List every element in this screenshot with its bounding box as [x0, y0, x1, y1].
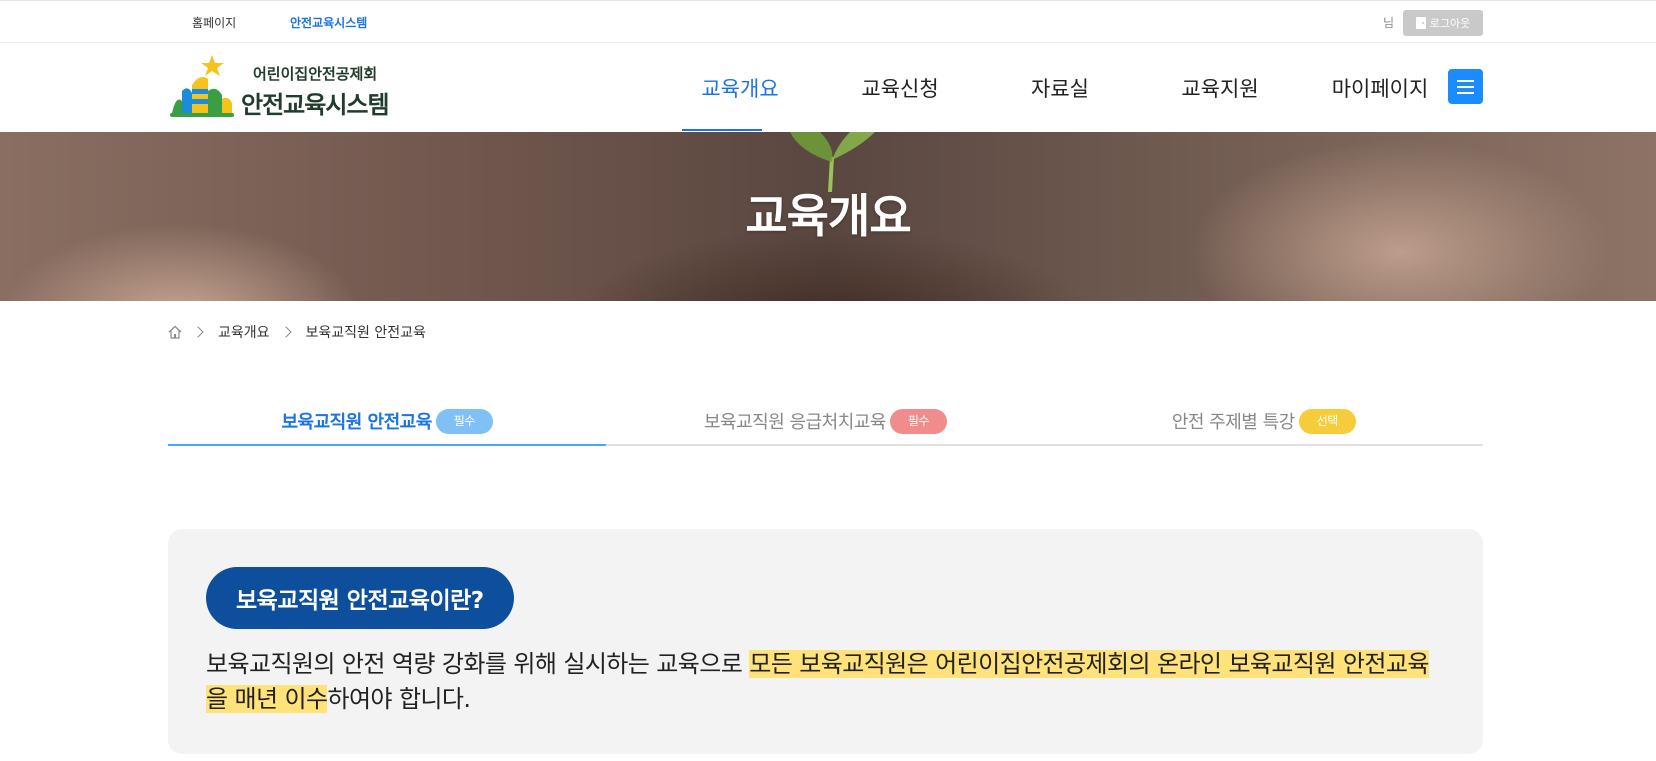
tab-first-aid[interactable]: 보육교직원 응급처치교육 필수: [606, 398, 1044, 444]
required-badge: 필수: [889, 408, 947, 434]
intro-text-plain: 보육교직원의 안전 역량 강화를 위해 실시하는 교육으로: [206, 650, 750, 678]
page-banner: 교육개요: [0, 132, 1656, 301]
hamburger-line: [1457, 79, 1474, 82]
required-badge: 필수: [435, 408, 493, 434]
site-logo[interactable]: 어린이집안전공제회 안전교육시스템: [168, 55, 413, 121]
tab-special-lecture[interactable]: 안전 주제별 특강 선택: [1045, 398, 1483, 444]
tab-label: 보육교직원 안전교육: [281, 412, 432, 433]
safety-system-link[interactable]: 안전교육시스템: [290, 14, 367, 31]
intro-text: 보육교직원의 안전 역량 강화를 위해 실시하는 교육으로 모든 보육교직원은 …: [206, 647, 1446, 717]
nav-item-apply[interactable]: 교육신청: [820, 43, 980, 132]
page-title: 교육개요: [745, 189, 911, 243]
intro-heading: 보육교직원 안전교육이란?: [206, 567, 514, 629]
breadcrumb: 교육개요 보육교직원 안전교육: [168, 322, 426, 342]
nav-item-overview[interactable]: 교육개요: [660, 43, 820, 132]
education-tabs: 보육교직원 안전교육 필수 보육교직원 응급처치교육 필수 안전 주제별 특강 …: [168, 398, 1483, 446]
breadcrumb-item-current: 보육교직원 안전교육: [305, 325, 426, 341]
chevron-right-icon: [192, 326, 204, 338]
hamburger-line: [1457, 91, 1474, 94]
logo-emblem-icon: [170, 55, 234, 117]
intro-text-plain: 하여야 합니다.: [327, 685, 471, 713]
tab-label: 안전 주제별 특강: [1171, 412, 1295, 433]
logout-button[interactable]: 로그아웃: [1403, 10, 1483, 36]
main-nav: 교육개요 교육신청 자료실 교육지원 마이페이지: [660, 43, 1460, 132]
utility-bar: 홈페이지 안전교육시스템 님 로그아웃: [0, 0, 1656, 43]
homepage-link[interactable]: 홈페이지: [192, 14, 236, 31]
chevron-right-icon: [279, 326, 292, 338]
nav-item-resources[interactable]: 자료실: [980, 43, 1140, 132]
logout-label: 로그아웃: [1429, 18, 1471, 30]
logo-system-name: 안전교육시스템: [241, 91, 390, 119]
logo-org-name: 어린이집안전공제회: [253, 65, 378, 83]
user-name-suffix: 님: [1383, 16, 1395, 30]
hamburger-menu-button[interactable]: [1448, 69, 1483, 104]
site-header: 어린이집안전공제회 안전교육시스템 교육개요 교육신청 자료실 교육지원 마이페…: [0, 43, 1656, 132]
optional-badge: 선택: [1298, 408, 1356, 434]
intro-box: 보육교직원 안전교육이란? 보육교직원의 안전 역량 강화를 위해 실시하는 교…: [168, 529, 1483, 754]
tab-label: 보육교직원 응급처치교육: [704, 412, 886, 433]
nav-item-mypage[interactable]: 마이페이지: [1300, 43, 1460, 132]
logout-door-icon: [1415, 17, 1426, 29]
hamburger-line: [1457, 85, 1474, 88]
tab-staff-safety[interactable]: 보육교직원 안전교육 필수: [168, 398, 607, 446]
home-icon[interactable]: [168, 325, 182, 339]
breadcrumb-item[interactable]: 교육개요: [218, 322, 270, 342]
nav-item-support[interactable]: 교육지원: [1140, 43, 1300, 132]
